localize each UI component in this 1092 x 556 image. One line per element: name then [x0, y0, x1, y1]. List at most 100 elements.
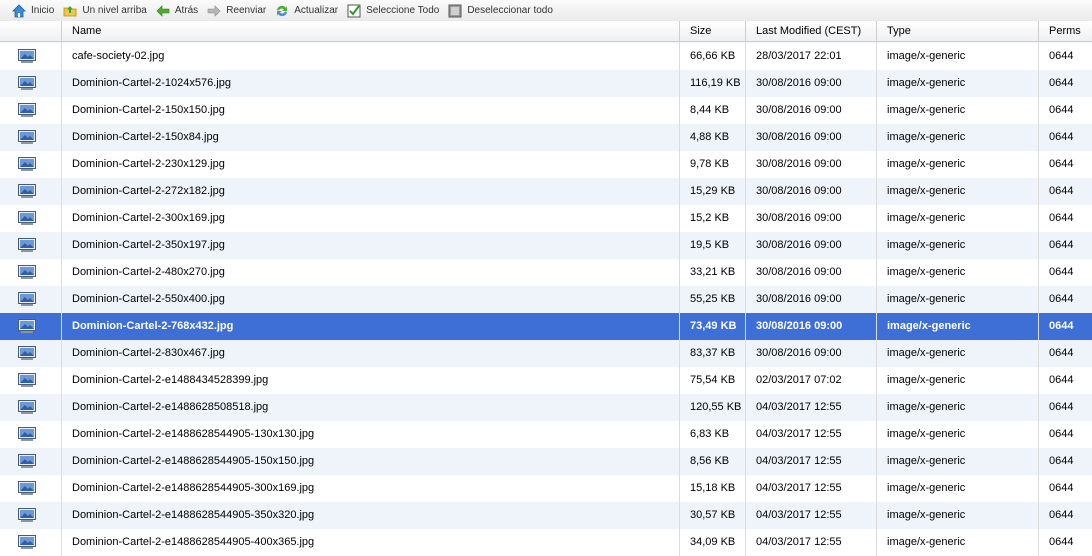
grid-header: Name Size Last Modified (CEST) Type Perm…	[0, 21, 1092, 42]
up-level-label: Un nivel arriba	[82, 5, 147, 16]
image-file-icon	[18, 184, 36, 199]
table-row[interactable]: cafe-society-02.jpg 66,66 KB 28/03/2017 22…	[0, 43, 1092, 70]
file-icon-cell	[0, 367, 62, 394]
file-name: Dominion-Cartel-2-1024x576.jpg	[72, 77, 231, 89]
table-row[interactable]: Dominion-Cartel-2-150x150.jpg 8,44 KB 30/0…	[0, 97, 1092, 124]
file-modified: 30/08/2016 09:00	[756, 131, 842, 143]
file-size: 30,57 KB	[690, 509, 736, 521]
file-icon-cell	[0, 151, 62, 178]
file-type: image/x-generic	[887, 428, 966, 440]
image-file-icon	[18, 400, 36, 415]
file-size: 4,88 KB	[690, 131, 730, 143]
col-header-size[interactable]: Size	[680, 21, 746, 41]
table-row[interactable]: Dominion-Cartel-2-480x270.jpg 33,21 KB 30/…	[0, 259, 1092, 286]
table-row[interactable]: Dominion-Cartel-2-272x182.jpg 15,29 KB 30/…	[0, 178, 1092, 205]
back-button[interactable]: Atrás	[156, 4, 198, 18]
file-name: Dominion-Cartel-2-272x182.jpg	[72, 185, 225, 197]
col-header-perms[interactable]: Perms	[1039, 21, 1092, 41]
file-modified: 30/08/2016 09:00	[756, 320, 843, 332]
file-type: image/x-generic	[887, 536, 966, 548]
table-row[interactable]: Dominion-Cartel-2-e1488628544905-300x169…	[0, 475, 1092, 502]
file-perms: 0644	[1049, 374, 1074, 386]
file-icon-cell	[0, 124, 62, 151]
image-file-icon	[18, 76, 36, 91]
file-modified: 30/08/2016 09:00	[756, 266, 842, 278]
col-header-name[interactable]: Name	[62, 21, 680, 41]
file-icon-cell	[0, 259, 62, 286]
file-modified: 30/08/2016 09:00	[756, 347, 842, 359]
home-label: Inicio	[31, 5, 55, 16]
up-level-button[interactable]: Un nivel arriba	[63, 4, 147, 18]
file-modified: 04/03/2017 12:55	[756, 455, 842, 467]
file-modified: 04/03/2017 12:55	[756, 482, 842, 494]
file-modified: 30/08/2016 09:00	[756, 185, 842, 197]
forward-button[interactable]: Reenviar	[207, 4, 266, 18]
file-icon-cell	[0, 97, 62, 124]
file-modified: 30/08/2016 09:00	[756, 77, 842, 89]
column-divider	[1038, 21, 1039, 556]
file-type: image/x-generic	[887, 374, 966, 386]
file-name: Dominion-Cartel-2-480x270.jpg	[72, 266, 225, 278]
table-row[interactable]: Dominion-Cartel-2-e1488628544905-400x365…	[0, 529, 1092, 556]
image-file-icon	[18, 481, 36, 496]
home-button[interactable]: Inicio	[12, 3, 55, 18]
file-type: image/x-generic	[887, 158, 966, 170]
table-row[interactable]: Dominion-Cartel-2-e1488628544905-130x130…	[0, 421, 1092, 448]
select-all-button[interactable]: Seleccione Todo	[347, 4, 439, 18]
image-file-icon	[18, 157, 36, 172]
file-name: Dominion-Cartel-2-150x84.jpg	[72, 131, 219, 143]
file-type: image/x-generic	[887, 239, 966, 251]
table-row[interactable]: Dominion-Cartel-2-150x84.jpg 4,88 KB 30/08…	[0, 124, 1092, 151]
table-row[interactable]: Dominion-Cartel-2-350x197.jpg 19,5 KB 30/0…	[0, 232, 1092, 259]
table-row[interactable]: Dominion-Cartel-2-e1488628544905-150x150…	[0, 448, 1092, 475]
table-row[interactable]: Dominion-Cartel-2-550x400.jpg 55,25 KB 30/…	[0, 286, 1092, 313]
refresh-button[interactable]: Actualizar	[275, 4, 338, 18]
file-size: 83,37 KB	[690, 347, 736, 359]
image-file-icon	[18, 211, 36, 226]
image-file-icon	[18, 130, 36, 145]
file-modified: 02/03/2017 07:02	[756, 374, 842, 386]
image-file-icon	[18, 346, 36, 361]
file-perms: 0644	[1049, 428, 1074, 440]
column-divider	[679, 21, 680, 556]
table-row[interactable]: Dominion-Cartel-2-e1488628544905-350x320…	[0, 502, 1092, 529]
file-type: image/x-generic	[887, 212, 966, 224]
file-perms: 0644	[1049, 293, 1074, 305]
file-name: Dominion-Cartel-2-e1488628544905-300x169…	[72, 482, 315, 494]
file-size: 66,66 KB	[690, 50, 736, 62]
file-modified: 30/08/2016 09:00	[756, 293, 842, 305]
column-divider	[61, 21, 62, 556]
table-row[interactable]: Dominion-Cartel-2-768x432.jpg 73,49 KB 30/…	[0, 313, 1092, 340]
file-type: image/x-generic	[887, 50, 966, 62]
file-name: Dominion-Cartel-2-e1488628544905-130x130…	[72, 428, 315, 440]
table-row[interactable]: Dominion-Cartel-2-1024x576.jpg 116,19 KB 3…	[0, 70, 1092, 97]
deselect-all-button[interactable]: Deseleccionar todo	[448, 4, 553, 18]
checkbox-checked-icon	[347, 4, 361, 17]
file-name: Dominion-Cartel-2-e1488628544905-400x365…	[72, 536, 315, 548]
file-size: 33,21 KB	[690, 266, 736, 278]
table-row[interactable]: Dominion-Cartel-2-e1488434528399.jpg 75,5…	[0, 367, 1092, 394]
refresh-label: Actualizar	[294, 5, 339, 16]
file-size: 19,5 KB	[690, 239, 730, 251]
file-type: image/x-generic	[887, 401, 966, 413]
file-modified: 04/03/2017 12:55	[756, 401, 842, 413]
table-row[interactable]: Dominion-Cartel-2-e1488628508518.jpg 120,…	[0, 394, 1092, 421]
col-header-modified[interactable]: Last Modified (CEST)	[746, 21, 877, 41]
file-size: 120,55 KB	[690, 401, 742, 413]
col-header-type[interactable]: Type	[877, 21, 1039, 41]
file-size: 8,56 KB	[690, 455, 730, 467]
file-icon-cell	[0, 232, 62, 259]
image-file-icon	[18, 238, 36, 253]
file-size: 15,18 KB	[690, 482, 736, 494]
image-file-icon	[18, 103, 36, 118]
file-perms: 0644	[1049, 401, 1074, 413]
table-row[interactable]: Dominion-Cartel-2-300x169.jpg 15,2 KB 30/0…	[0, 205, 1092, 232]
table-row[interactable]: Dominion-Cartel-2-230x129.jpg 9,78 KB 30/0…	[0, 151, 1092, 178]
file-icon-cell	[0, 529, 62, 556]
file-modified: 04/03/2017 12:55	[756, 428, 842, 440]
file-name: Dominion-Cartel-2-230x129.jpg	[72, 158, 225, 170]
image-file-icon	[18, 454, 36, 469]
table-row[interactable]: Dominion-Cartel-2-830x467.jpg 83,37 KB 30/…	[0, 340, 1092, 367]
file-name: Dominion-Cartel-2-150x150.jpg	[72, 104, 225, 116]
image-file-icon	[18, 535, 36, 550]
